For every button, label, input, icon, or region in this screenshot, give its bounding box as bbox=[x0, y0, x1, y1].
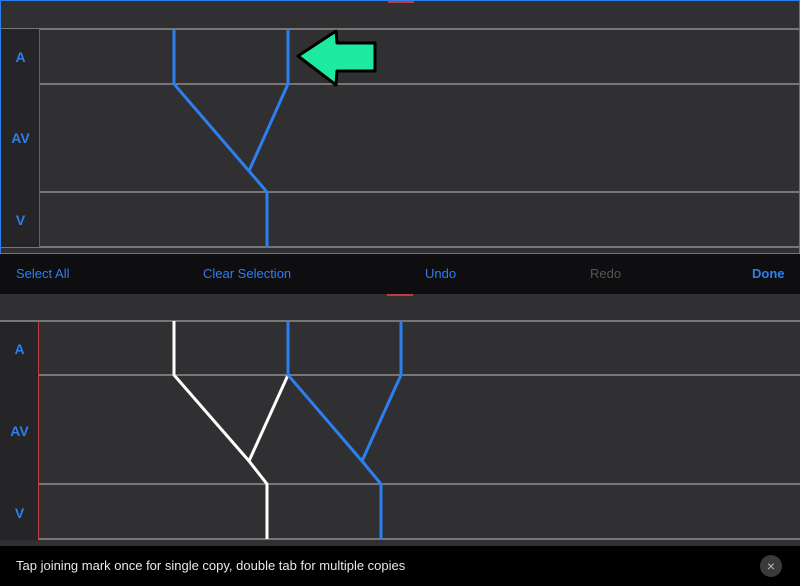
done-button[interactable]: Done bbox=[752, 254, 785, 294]
arrow-left-icon bbox=[296, 29, 377, 87]
diagram-canvas[interactable] bbox=[1, 1, 799, 253]
hint-bar: Tap joining mark once for single copy, d… bbox=[0, 546, 800, 585]
ladder-mark[interactable] bbox=[172, 29, 251, 172]
redo-button[interactable]: Redo bbox=[590, 254, 621, 294]
ladder-diagram-top[interactable]: A AV V bbox=[0, 0, 800, 254]
lane-label-v: V bbox=[14, 504, 25, 521]
clear-selection-button[interactable]: Clear Selection bbox=[203, 254, 291, 294]
ladder-diagram-bottom[interactable]: A AV V bbox=[0, 294, 800, 546]
lane-label-a: A bbox=[15, 48, 26, 65]
lane-label-av: AV bbox=[10, 422, 29, 439]
ladder-mark-selected[interactable] bbox=[172, 321, 251, 462]
lane-label-a: A bbox=[14, 341, 25, 357]
ladder-mark-selected[interactable] bbox=[247, 321, 290, 462]
ladder-mark[interactable] bbox=[360, 321, 403, 462]
ladder-mark-selected[interactable] bbox=[247, 460, 269, 539]
select-all-button[interactable]: Select All bbox=[16, 254, 69, 294]
ladder-mark[interactable] bbox=[286, 321, 364, 462]
lane-label-av: AV bbox=[11, 130, 30, 146]
undo-button[interactable]: Undo bbox=[425, 254, 456, 294]
hint-message: Tap joining mark once for single copy, d… bbox=[16, 558, 406, 573]
lane-label-v: V bbox=[15, 211, 26, 228]
ladder-mark[interactable] bbox=[247, 170, 269, 247]
lane-labels: A AV V bbox=[0, 322, 39, 540]
ladder-mark[interactable] bbox=[360, 460, 383, 539]
close-icon[interactable]: × bbox=[760, 555, 782, 577]
ladder-mark[interactable] bbox=[247, 29, 290, 172]
edit-toolbar: Select All Clear Selection Undo Redo Don… bbox=[0, 254, 800, 294]
lane-labels: A AV V bbox=[1, 29, 40, 247]
diagram-canvas[interactable] bbox=[0, 294, 800, 546]
